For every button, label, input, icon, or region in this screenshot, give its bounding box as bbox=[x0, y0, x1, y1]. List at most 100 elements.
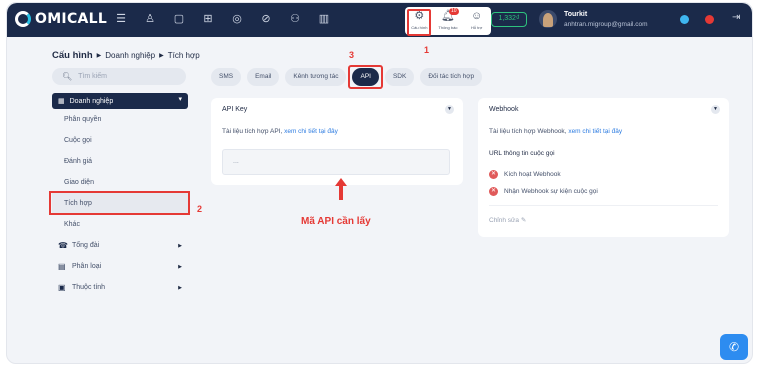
attribute-icon: ▣ bbox=[58, 283, 66, 292]
tab-sms[interactable]: SMS bbox=[211, 68, 242, 86]
logo[interactable]: OMICALL bbox=[15, 11, 107, 27]
bar-chart-icon[interactable]: ▥ bbox=[318, 12, 330, 26]
user-name[interactable]: Tourkit bbox=[564, 11, 587, 18]
breadcrumb-separator-icon: ▶ bbox=[96, 53, 102, 59]
sidebar-header-doanh-nghiep[interactable]: ▦ Doanh nghiệp ▾ bbox=[52, 93, 188, 109]
pencil-icon: ✎ bbox=[520, 217, 527, 224]
arrow-up-icon bbox=[335, 178, 347, 200]
phone-icon: ☎ bbox=[58, 241, 68, 250]
sidebar-group-label: Tổng đài bbox=[72, 242, 100, 249]
org-icon[interactable]: ⚇ bbox=[289, 12, 301, 26]
tab-sdk[interactable]: SDK bbox=[384, 68, 415, 86]
breadcrumb: Cấu hình ▶ Doanh nghiệp ▶ Tích hợp bbox=[52, 50, 200, 61]
x-circle-icon: ✕ bbox=[489, 170, 498, 179]
chevron-right-icon: ▶ bbox=[178, 242, 182, 249]
logout-icon[interactable]: ⇥ bbox=[732, 12, 740, 23]
category-icon: ▤ bbox=[58, 262, 66, 271]
notification-button[interactable]: 🔔︎ 10 Thông báo bbox=[435, 8, 461, 30]
record-icon[interactable] bbox=[705, 15, 714, 24]
user-email: anhtran.migroup@gmail.com bbox=[564, 21, 648, 28]
api-doc-prefix: Tài liệu tích hợp API, bbox=[222, 128, 283, 135]
divider bbox=[489, 205, 718, 206]
x-circle-icon: ✕ bbox=[489, 187, 498, 196]
highlight-box-tich-hop bbox=[49, 191, 190, 215]
support-button[interactable]: ☺ Hỗ trợ bbox=[464, 10, 490, 30]
balance-badge[interactable]: 1,332₫ bbox=[491, 12, 527, 27]
phone-icon: ✆ bbox=[728, 340, 740, 354]
call-fab-button[interactable]: ✆ bbox=[720, 334, 748, 360]
status-online-icon[interactable] bbox=[680, 15, 689, 24]
tab-kenh-tuong-tac[interactable]: Kênh tương tác bbox=[285, 68, 347, 86]
target-icon[interactable]: ◎ bbox=[231, 12, 243, 26]
top-nav-icons: ☰ ♙ ▢ ⊞ ◎ ⊘ ⚇ ▥ bbox=[115, 12, 330, 26]
tab-doi-tac-tich-hop[interactable]: Đối tác tích hợp bbox=[420, 68, 483, 86]
webhook-option-call-events: ✕ Nhận Webhook sự kiện cuộc gọi bbox=[489, 187, 598, 196]
sidebar-item-tich-hop[interactable]: Tích hợp bbox=[49, 191, 190, 215]
chevron-right-icon: ▶ bbox=[178, 263, 182, 270]
menu-icon[interactable]: ☰ bbox=[115, 12, 127, 26]
chevron-down-icon: ▾ bbox=[178, 96, 182, 103]
highlight-box-config bbox=[407, 9, 432, 36]
building-icon: ▦ bbox=[58, 98, 65, 105]
webhook-title: Webhook bbox=[489, 106, 519, 113]
option-label: Nhận Webhook sự kiện cuộc gọi bbox=[504, 188, 598, 195]
grid-icon[interactable]: ⊞ bbox=[202, 12, 214, 26]
sidebar-item-khac[interactable]: Khác bbox=[52, 214, 188, 235]
option-label: Kích hoạt Webhook bbox=[504, 171, 561, 178]
search-icon: 🔍︎ bbox=[62, 72, 73, 81]
search-input[interactable]: 🔍︎ Tìm kiếm bbox=[52, 68, 186, 85]
top-navbar: OMICALL ☰ ♙ ▢ ⊞ ◎ ⊘ ⚇ ▥ ⚙ Cấu hình 🔔︎ 10… bbox=[7, 3, 752, 37]
tab-api-wrapper: API bbox=[348, 65, 383, 89]
sidebar-group-phan-loai[interactable]: ▤ Phân loại ▶ bbox=[52, 256, 188, 277]
api-doc-link[interactable]: xem chi tiết tại đây bbox=[284, 128, 338, 135]
omicall-logo-mark bbox=[15, 11, 31, 27]
webhook-option-activate: ✕ Kích hoạt Webhook bbox=[489, 170, 561, 179]
webhook-url-heading: URL thông tin cuộc gọi bbox=[489, 150, 555, 157]
breadcrumb-root[interactable]: Cấu hình bbox=[52, 50, 93, 61]
integration-tabs: SMS Email Kênh tương tác API SDK Đối tác… bbox=[211, 65, 483, 89]
notification-badge: 10 bbox=[448, 8, 459, 15]
api-key-field[interactable]: ... bbox=[222, 149, 450, 175]
collapse-toggle-icon[interactable]: ▼ bbox=[445, 105, 454, 114]
breadcrumb-separator-icon: ▶ bbox=[159, 53, 164, 59]
edit-button[interactable]: Chỉnh sửa ✎ bbox=[489, 216, 526, 224]
webhook-card: Webhook ▼ Tài liệu tích hợp Webhook, xem… bbox=[478, 98, 729, 237]
api-key-card: API Key ▼ Tài liệu tích hợp API, xem chi… bbox=[211, 98, 463, 185]
quick-actions: ⚙ Cấu hình 🔔︎ 10 Thông báo ☺ Hỗ trợ bbox=[405, 7, 491, 36]
sidebar-item-giao-dien[interactable]: Giao diện bbox=[52, 172, 188, 193]
notification-label: Thông báo bbox=[438, 25, 458, 30]
sidebar-header-label: Doanh nghiệp bbox=[69, 97, 114, 105]
sidebar-group-tong-dai[interactable]: ☎ Tổng đài ▶ bbox=[52, 235, 188, 256]
step-label-2: 2 bbox=[197, 204, 203, 214]
app-window: OMICALL ☰ ♙ ▢ ⊞ ◎ ⊘ ⚇ ▥ ⚙ Cấu hình 🔔︎ 10… bbox=[6, 2, 753, 364]
sidebar: ▦ Doanh nghiệp ▾ Phân quyền Cuộc gọi Đán… bbox=[49, 93, 190, 298]
webhook-doc-prefix: Tài liệu tích hợp Webhook, bbox=[489, 128, 567, 135]
sidebar-item-phan-quyen[interactable]: Phân quyền bbox=[52, 109, 188, 130]
api-key-title: API Key bbox=[222, 106, 248, 113]
chat-icon[interactable]: ▢ bbox=[173, 12, 185, 26]
edit-label: Chỉnh sửa bbox=[489, 217, 520, 224]
webhook-doc-text: Tài liệu tích hợp Webhook, xem chi tiết … bbox=[489, 128, 622, 135]
avatar[interactable] bbox=[539, 10, 557, 28]
search-placeholder: Tìm kiếm bbox=[78, 73, 107, 80]
step-label-1: 1 bbox=[424, 45, 430, 55]
block-icon[interactable]: ⊘ bbox=[260, 12, 272, 26]
sidebar-group-thuoc-tinh[interactable]: ▣ Thuộc tính ▶ bbox=[52, 277, 188, 298]
sidebar-item-cuoc-goi[interactable]: Cuộc gọi bbox=[52, 130, 188, 151]
highlight-box-api bbox=[348, 65, 383, 89]
collapse-toggle-icon[interactable]: ▼ bbox=[711, 105, 720, 114]
webhook-doc-link[interactable]: xem chi tiết tại đây bbox=[568, 128, 622, 135]
sidebar-group-label: Thuộc tính bbox=[72, 284, 106, 291]
people-icon[interactable]: ♙ bbox=[144, 12, 156, 26]
support-icon: ☺ bbox=[471, 10, 483, 22]
breadcrumb-leaf: Tích hợp bbox=[167, 51, 200, 60]
chevron-right-icon: ▶ bbox=[178, 284, 182, 291]
step-label-3: 3 bbox=[349, 50, 355, 60]
tab-email[interactable]: Email bbox=[247, 68, 280, 86]
config-button[interactable]: ⚙ Cấu hình bbox=[406, 9, 432, 36]
breadcrumb-mid[interactable]: Doanh nghiệp bbox=[105, 51, 155, 60]
sidebar-item-danh-gia[interactable]: Đánh giá bbox=[52, 151, 188, 172]
logo-text: OMICALL bbox=[35, 11, 108, 27]
support-label: Hỗ trợ bbox=[470, 25, 483, 30]
api-doc-text: Tài liệu tích hợp API, xem chi tiết tại … bbox=[222, 128, 338, 135]
